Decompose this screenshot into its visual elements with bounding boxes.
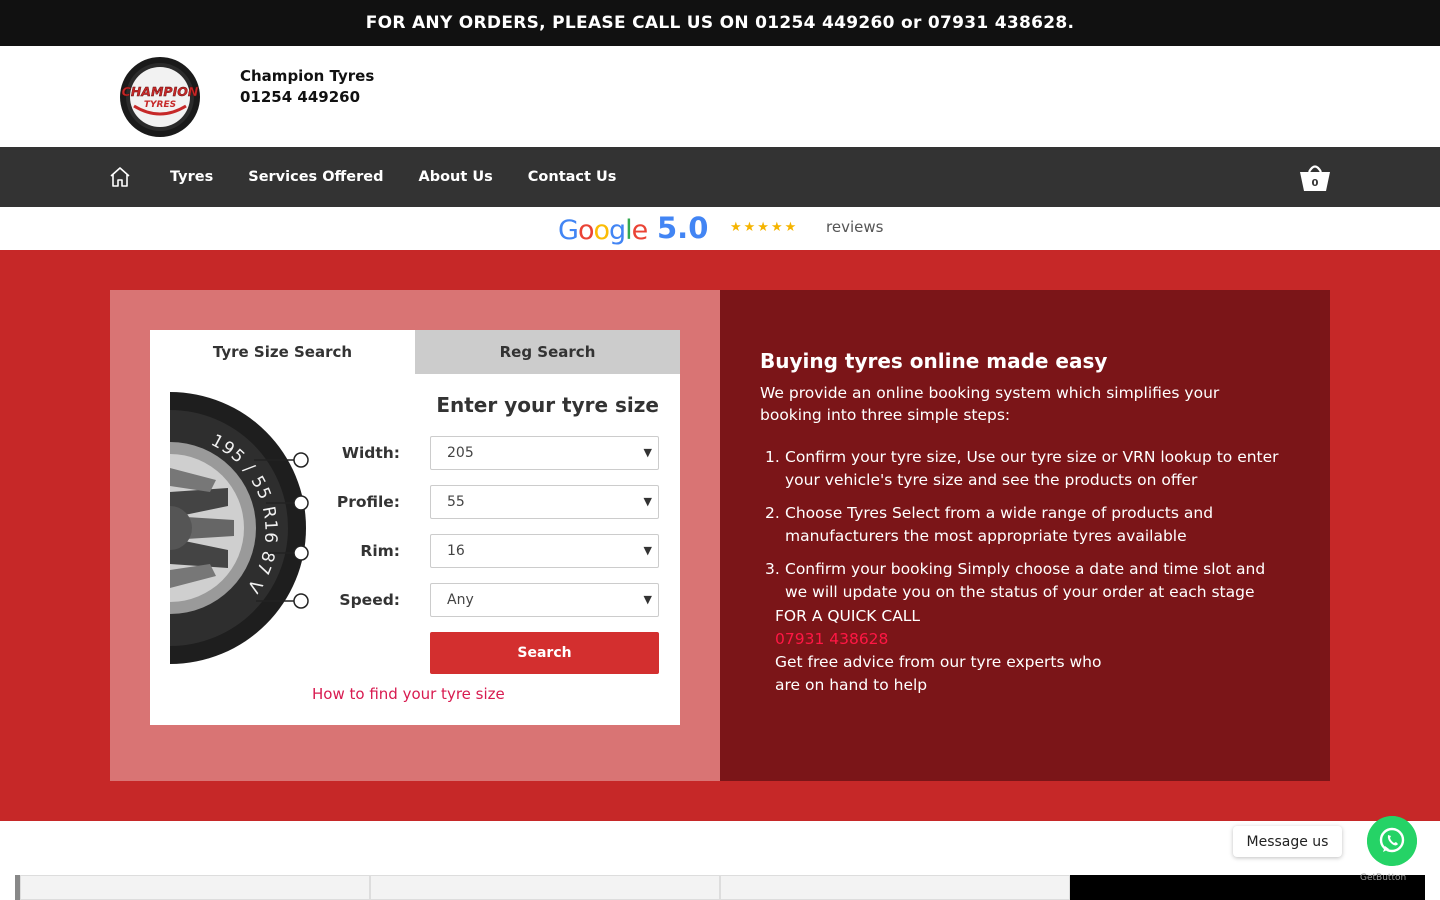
tyre-sidewall-illustration: 195 / 55 R16 87 V bbox=[170, 392, 309, 664]
width-value: 205 bbox=[447, 445, 474, 461]
rim-value: 16 bbox=[447, 543, 465, 559]
nav-item-about-us[interactable]: About Us bbox=[418, 169, 492, 185]
step-item: 2. Choose Tyres Select from a wide range … bbox=[765, 504, 1214, 545]
speed-row: Speed: Any ▼ bbox=[300, 583, 659, 617]
whatsapp-icon[interactable] bbox=[1367, 816, 1417, 866]
getbutton-label: GetButton bbox=[1360, 873, 1407, 883]
how-to-find-tyre-size: How to find your tyre size bbox=[312, 685, 505, 703]
tyre-search-panel: Tyre Size Search Reg Search 195 / 55 R16… bbox=[110, 290, 720, 781]
tab-tyre-size-search[interactable]: Tyre Size Search bbox=[150, 330, 415, 374]
chevron-down-icon: ▼ bbox=[643, 544, 652, 557]
quick-call-phone[interactable]: 07931 438628 bbox=[775, 628, 1101, 651]
profile-label: Profile: bbox=[336, 493, 400, 511]
tyre-search-card: Tyre Size Search Reg Search 195 / 55 R16… bbox=[150, 330, 680, 725]
review-rating: 5.0 bbox=[657, 211, 709, 245]
quick-call-label: FOR A QUICK CALL bbox=[775, 607, 921, 625]
nav-item-contact-us[interactable]: Contact Us bbox=[528, 169, 617, 185]
nav-item-services-offered[interactable]: Services Offered bbox=[248, 169, 383, 185]
message-us-label: Message us bbox=[1246, 833, 1329, 850]
speed-value: Any bbox=[447, 592, 474, 608]
bottom-card[interactable] bbox=[720, 875, 1070, 900]
step-item: 3. Confirm your booking Simply choose a d… bbox=[765, 560, 1266, 601]
champion-tyres-logo[interactable]: CHAMPION TYRES bbox=[116, 56, 204, 138]
quick-call-block: FOR A QUICK CALL 07931 438628 Get free a… bbox=[775, 605, 1101, 697]
home-icon[interactable] bbox=[108, 165, 132, 189]
main-nav: Tyres Services Offered About Us Contact … bbox=[0, 147, 1440, 207]
width-select[interactable]: 205 ▼ bbox=[430, 436, 659, 470]
message-us-bubble[interactable]: Message us bbox=[1233, 826, 1342, 857]
speed-label: Speed: bbox=[339, 591, 400, 609]
rim-label: Rim: bbox=[360, 542, 400, 560]
info-title: Buying tyres online made easy bbox=[760, 349, 1108, 373]
step-item: 1. Confirm your tyre size, Use our tyre s… bbox=[765, 448, 1279, 489]
width-row: Width: 205 ▼ bbox=[300, 436, 659, 470]
profile-select[interactable]: 55 ▼ bbox=[430, 485, 659, 519]
bottom-card[interactable] bbox=[20, 875, 370, 900]
site-header: CHAMPION TYRES Champion Tyres 01254 4492… bbox=[0, 46, 1440, 147]
chevron-down-icon: ▼ bbox=[643, 593, 652, 606]
reviews-label[interactable]: reviews bbox=[826, 218, 883, 236]
bottom-cards-row bbox=[15, 875, 1425, 900]
svg-text:TYRES: TYRES bbox=[144, 100, 176, 110]
brand-contact: Champion Tyres 01254 449260 bbox=[240, 66, 374, 108]
google-reviews-strip[interactable]: Google 5.0 ★★★★★ reviews bbox=[0, 207, 1440, 250]
speed-select[interactable]: Any ▼ bbox=[430, 583, 659, 617]
how-to-find-tyre-size-link[interactable]: How to find your tyre size bbox=[312, 685, 505, 703]
quick-call-text: Get free advice from our tyre experts wh… bbox=[775, 653, 1102, 671]
profile-value: 55 bbox=[447, 494, 465, 510]
quick-call-text: are on hand to help bbox=[775, 676, 928, 694]
rim-row: Rim: 16 ▼ bbox=[300, 534, 659, 568]
announcement-bar: FOR ANY ORDERS, PLEASE CALL US ON 01254 … bbox=[0, 0, 1440, 46]
search-button[interactable]: Search bbox=[430, 632, 659, 674]
search-tabs: Tyre Size Search Reg Search bbox=[150, 330, 680, 374]
rim-select[interactable]: 16 ▼ bbox=[430, 534, 659, 568]
info-panel: Buying tyres online made easy We provide… bbox=[720, 290, 1330, 781]
nav-links: Tyres Services Offered About Us Contact … bbox=[170, 147, 616, 207]
basket-count: 0 bbox=[1311, 178, 1319, 189]
profile-row: Profile: 55 ▼ bbox=[300, 485, 659, 519]
chevron-down-icon: ▼ bbox=[643, 446, 652, 459]
brand-name: Champion Tyres bbox=[240, 67, 375, 85]
tab-reg-search[interactable]: Reg Search bbox=[415, 330, 680, 374]
chevron-down-icon: ▼ bbox=[643, 495, 652, 508]
svg-text:CHAMPION: CHAMPION bbox=[122, 84, 199, 99]
width-label: Width: bbox=[341, 444, 400, 462]
google-logo: Google bbox=[558, 215, 648, 246]
nav-item-tyres[interactable]: Tyres bbox=[170, 169, 213, 185]
info-intro: We provide an online booking system whic… bbox=[760, 384, 1220, 424]
getbutton-credit[interactable]: GetButton bbox=[1360, 873, 1406, 883]
steps-list: 1. Confirm your tyre size, Use our tyre s… bbox=[760, 446, 1290, 614]
bottom-card[interactable] bbox=[370, 875, 720, 900]
tyre-size-form-title: Enter your tyre size bbox=[436, 393, 659, 417]
star-rating-icon: ★★★★★ bbox=[730, 220, 799, 235]
brand-phone[interactable]: 01254 449260 bbox=[240, 87, 374, 108]
announcement-text: FOR ANY ORDERS, PLEASE CALL US ON 01254 … bbox=[365, 13, 1075, 33]
hero-section: Tyre Size Search Reg Search 195 / 55 R16… bbox=[0, 250, 1440, 821]
